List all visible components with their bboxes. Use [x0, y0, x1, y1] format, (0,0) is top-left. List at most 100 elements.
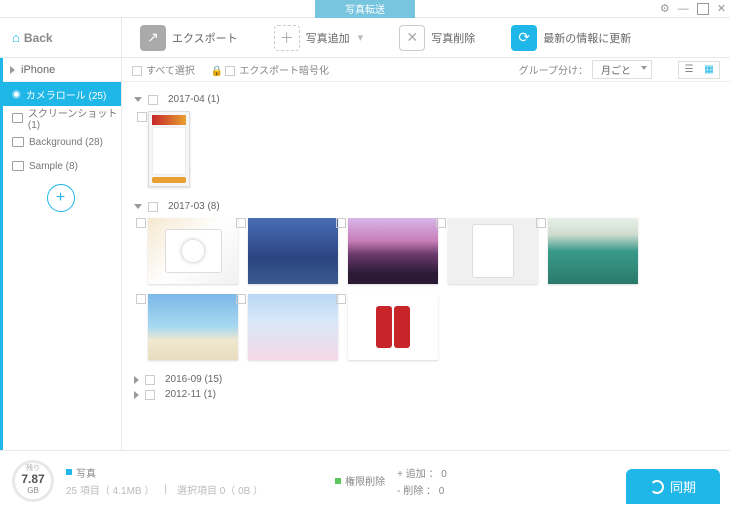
home-icon: ⌂: [12, 30, 20, 45]
camera-icon: ◉: [12, 89, 21, 100]
triangle-right-icon: [134, 376, 139, 384]
filter-bar: すべて選択 🔒 エクスポート暗号化 グループ分け： 月ごと ☰ ▦: [122, 58, 730, 82]
main-panel: すべて選択 🔒 エクスポート暗号化 グループ分け： 月ごと ☰ ▦ 2017-04…: [122, 58, 730, 450]
dot-icon: [66, 469, 72, 475]
select-all-checkbox[interactable]: すべて選択: [132, 62, 195, 77]
sidebar-item-label: Background (28): [29, 137, 103, 148]
status-add: + 追加 ： 0: [397, 465, 447, 480]
export-icon: ↗: [140, 25, 166, 51]
gear-icon[interactable]: ⚙: [660, 2, 670, 15]
toolbar: ⌂ Back ↗ エクスポート ＋ 写真追加 ▾ ✕ 写真削除 ⟳ 最新の情報に…: [0, 18, 730, 58]
sidebar-accent: [0, 58, 3, 450]
add-photo-label: 写真追加: [306, 30, 350, 46]
status-bar: 残り 7.87 GB 写真 25 項目（ 4.1MB ）|選択項目 0（ 0B …: [0, 450, 730, 510]
status-del: - 削除 ： 0: [397, 482, 447, 497]
sidebar-item-sample[interactable]: Sample (8): [0, 154, 121, 178]
storage-gauge: 残り 7.87 GB: [12, 460, 54, 502]
group-header[interactable]: 2016-09 (15): [134, 374, 718, 385]
group-label: 2016-09 (15): [165, 374, 222, 385]
refresh-icon: ⟳: [511, 25, 537, 51]
group-label: 2017-04 (1): [168, 94, 220, 105]
group-header[interactable]: 2012-11 (1): [134, 389, 718, 400]
photo-thumbnail[interactable]: [348, 294, 438, 360]
triangle-right-icon: [10, 66, 15, 74]
play-icon: [182, 240, 204, 262]
thumbnail-row: [148, 111, 718, 187]
thumb-checkbox[interactable]: [536, 218, 546, 228]
status-selected: 選択項目 0（ 0B ）: [177, 482, 263, 497]
export-label: エクスポート: [172, 30, 238, 46]
group-checkbox[interactable]: [148, 95, 158, 105]
sidebar-item-label: カメラロール (25): [26, 87, 107, 102]
sync-button[interactable]: 同期: [626, 469, 720, 504]
thumb-checkbox[interactable]: [336, 294, 346, 304]
folder-icon: [12, 113, 23, 123]
status-changes: 権限削除: [335, 473, 385, 488]
encrypt-export-checkbox[interactable]: 🔒 エクスポート暗号化: [211, 62, 329, 77]
dot-icon: [335, 478, 341, 484]
group-checkbox[interactable]: [145, 390, 155, 400]
group-by-select[interactable]: 月ごと: [592, 60, 652, 79]
status-counts: + 追加 ： 0 - 削除 ： 0: [397, 465, 447, 497]
status-label: 権限削除: [345, 473, 385, 488]
window-title: 写真転送: [315, 0, 415, 18]
group-checkbox[interactable]: [145, 375, 155, 385]
photo-thumbnail[interactable]: [248, 294, 338, 360]
status-photos: 写真 25 項目（ 4.1MB ）|選択項目 0（ 0B ）: [66, 465, 263, 497]
photo-thumbnail[interactable]: [148, 218, 238, 284]
delete-photo-icon: ✕: [399, 25, 425, 51]
group-by-label: グループ分け：: [519, 62, 588, 77]
triangle-right-icon: [134, 391, 139, 399]
thumb-checkbox[interactable]: [436, 218, 446, 228]
group-checkbox[interactable]: [148, 202, 158, 212]
refresh-label: 最新の情報に更新: [543, 30, 631, 46]
lock-icon: 🔒: [211, 66, 223, 77]
photo-thumbnail[interactable]: [148, 111, 190, 187]
minimize-button[interactable]: —: [678, 3, 689, 15]
encrypt-label: エクスポート暗号化: [239, 66, 329, 77]
group-header[interactable]: 2017-04 (1): [134, 94, 718, 105]
photo-thumbnail[interactable]: [248, 218, 338, 284]
add-photo-button[interactable]: ＋ 写真追加 ▾: [256, 25, 382, 51]
folder-icon: [12, 161, 24, 171]
sidebar-item-label: Sample (8): [29, 161, 78, 172]
export-button[interactable]: ↗ エクスポート: [122, 25, 256, 51]
sidebar-device-header[interactable]: iPhone: [0, 58, 121, 82]
device-label: iPhone: [21, 64, 55, 76]
photo-thumbnail[interactable]: [548, 218, 638, 284]
select-all-label: すべて選択: [146, 66, 195, 77]
view-grid-button[interactable]: ▦: [699, 62, 719, 78]
close-button[interactable]: ✕: [717, 2, 726, 15]
sidebar-item-label: スクリーンショット (1): [28, 105, 121, 131]
maximize-button[interactable]: [697, 3, 709, 15]
sidebar-item-background[interactable]: Background (28): [0, 130, 121, 154]
add-album-button[interactable]: +: [47, 184, 75, 212]
group-header[interactable]: 2017-03 (8): [134, 201, 718, 212]
triangle-down-icon: [134, 97, 142, 102]
group-label: 2012-11 (1): [165, 389, 216, 400]
thumb-checkbox[interactable]: [136, 218, 146, 228]
photo-thumbnail[interactable]: [448, 218, 538, 284]
thumb-checkbox[interactable]: [336, 218, 346, 228]
sidebar: iPhone ◉ カメラロール (25) スクリーンショット (1) Backg…: [0, 58, 122, 450]
sync-label: 同期: [670, 477, 696, 496]
sync-icon: [650, 480, 664, 494]
gauge-size: 7.87: [21, 473, 44, 486]
sidebar-item-screenshots[interactable]: スクリーンショット (1): [0, 106, 121, 130]
refresh-button[interactable]: ⟳ 最新の情報に更新: [493, 25, 649, 51]
view-list-button[interactable]: ☰: [679, 62, 699, 78]
back-button[interactable]: ⌂ Back: [0, 18, 122, 58]
photo-thumbnail[interactable]: [348, 218, 438, 284]
add-photo-icon: ＋: [274, 25, 300, 51]
thumb-checkbox[interactable]: [236, 218, 246, 228]
thumb-checkbox[interactable]: [137, 112, 147, 122]
sidebar-item-camera-roll[interactable]: ◉ カメラロール (25): [0, 82, 121, 106]
thumb-checkbox[interactable]: [236, 294, 246, 304]
photo-thumbnail[interactable]: [148, 294, 238, 360]
delete-photo-button[interactable]: ✕ 写真削除: [381, 25, 493, 51]
content: iPhone ◉ カメラロール (25) スクリーンショット (1) Backg…: [0, 58, 730, 450]
status-detail: 25 項目（ 4.1MB ）: [66, 482, 154, 497]
gauge-unit: GB: [27, 487, 39, 496]
thumb-checkbox[interactable]: [136, 294, 146, 304]
chevron-down-icon: ▾: [358, 31, 364, 44]
